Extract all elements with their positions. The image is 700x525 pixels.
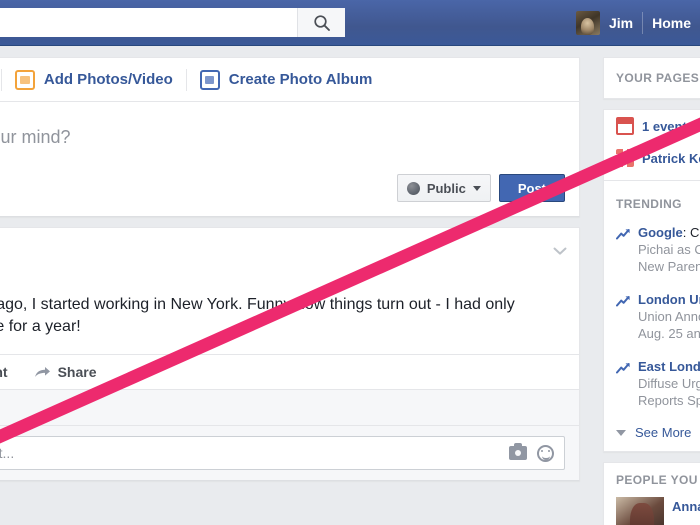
events-trending-card: 1 event invite Patrick Kelly TRENDING Go…: [603, 109, 700, 452]
main-column: Update Status Add Photos/Video Create Ph…: [0, 57, 580, 481]
status-input[interactable]: What's on your mind?: [0, 116, 565, 156]
camera-icon[interactable]: [509, 443, 527, 460]
comment-input[interactable]: [0, 445, 499, 461]
caret-down-icon: [616, 429, 626, 436]
search-box[interactable]: [0, 8, 345, 37]
tab-add-photos-video[interactable]: Add Photos/Video: [2, 58, 186, 102]
see-more-label: See More: [635, 425, 692, 440]
feed-post: Helen Fletcher 17 mins · On this day 15 …: [0, 227, 580, 481]
calendar-icon: [616, 117, 634, 135]
trending-title-main: East London Mosque: [638, 359, 700, 374]
post-header: Helen Fletcher 17 mins ·: [0, 228, 579, 280]
privacy-label: Public: [426, 180, 466, 196]
search-button[interactable]: [297, 8, 345, 37]
privacy-selector[interactable]: Public: [396, 174, 491, 202]
sidebar-event-invite[interactable]: 1 event invite: [604, 110, 700, 142]
trending-title-main: Google: [638, 225, 683, 240]
trending-header: TRENDING: [616, 197, 682, 211]
post-likes-summary: 25 people like this.: [0, 389, 579, 425]
emoji-icon[interactable]: [537, 444, 554, 462]
post-button[interactable]: Post: [498, 174, 565, 202]
facebook-page: Jim Home Update Status Add Photos/Video: [0, 0, 700, 525]
trending-title: London Underground: Transport: [638, 291, 700, 308]
right-sidebar: YOUR PAGES 1 event invite Patrick Kelly …: [603, 57, 700, 525]
sidebar-divider: [604, 180, 700, 181]
avatar[interactable]: [575, 11, 600, 35]
album-icon: [199, 69, 220, 90]
gift-icon: [616, 149, 634, 167]
comment-field[interactable]: [0, 436, 565, 470]
trending-line-3: Aug. 25 and 26: [638, 326, 700, 341]
trending-line-2: Union Announces Strike for: [638, 309, 700, 324]
trending-title: East London Mosque:: [638, 358, 700, 375]
composer-tab-bar: Update Status Add Photos/Video Create Ph…: [0, 58, 579, 102]
post-options-button[interactable]: [551, 242, 569, 260]
trending-line-2: Diffuse Urges Calm After: [638, 376, 700, 391]
trending-item[interactable]: Google: Company Names Sundar Pichai as C…: [604, 217, 700, 284]
trending-title: Google: Company Names Sundar: [638, 224, 700, 241]
event-invite-label: 1 event invite: [642, 118, 700, 134]
chevron-down-icon: [472, 185, 481, 191]
see-more-button[interactable]: See More: [604, 418, 700, 451]
composer-body: What's on your mind?: [0, 102, 579, 156]
trending-item[interactable]: East London Mosque: Diffuse Urges Calm A…: [604, 351, 700, 418]
trending-title-rest: : Company Names Sundar: [682, 225, 700, 240]
people-you-may-know-header: PEOPLE YOU MAY KNOW: [616, 473, 700, 487]
tab-create-photo-album-label: Create Photo Album: [228, 71, 373, 88]
search-icon: [313, 14, 330, 31]
photo-icon: [14, 69, 35, 90]
people-you-may-know-card: PEOPLE YOU MAY KNOW Anna Price: [603, 462, 700, 525]
tab-create-photo-album[interactable]: Create Photo Album: [187, 58, 386, 102]
trending-line-3: New Parent Company Alphabet: [638, 259, 700, 274]
your-pages-header: YOUR PAGES: [616, 71, 700, 85]
trend-arrow-icon: [616, 294, 631, 307]
suggestion-avatar: [616, 497, 664, 525]
trend-arrow-icon: [616, 361, 631, 374]
globe-icon: [406, 181, 420, 195]
trending-line-3: Reports Spark Tensions: [638, 393, 700, 408]
trending-body: London Underground: Transport Union Anno…: [638, 291, 700, 342]
trending-line-2: Pichai as CEO Amid Corporate: [638, 242, 700, 257]
trending-item[interactable]: London Underground: Transport Union Anno…: [604, 284, 700, 351]
trend-arrow-icon: [616, 227, 631, 240]
trending-body: East London Mosque: Diffuse Urges Calm A…: [638, 358, 700, 409]
status-composer: Update Status Add Photos/Video Create Ph…: [0, 57, 580, 217]
comment-composer-row: [0, 425, 579, 480]
nav-right-group: Jim Home: [575, 0, 700, 46]
post-action-bar: Like Comment Share: [0, 354, 579, 389]
post-text: On this day 15 years ago, I started work…: [0, 296, 515, 335]
top-navigation-bar: Jim Home: [0, 0, 700, 46]
nav-user-name[interactable]: Jim: [609, 15, 642, 31]
share-arrow-icon: [34, 366, 51, 379]
tab-add-photos-video-label: Add Photos/Video: [43, 71, 173, 88]
your-pages-card: YOUR PAGES: [603, 57, 700, 99]
nav-home-link[interactable]: Home: [643, 15, 700, 31]
share-label: Share: [57, 364, 97, 380]
comment-button[interactable]: Comment: [0, 364, 8, 380]
trending-body: Google: Company Names Sundar Pichai as C…: [638, 224, 700, 275]
suggestion-name: Anna Price: [672, 499, 700, 514]
share-button[interactable]: Share: [34, 364, 97, 380]
chevron-down-icon: [553, 247, 567, 255]
sidebar-birthday[interactable]: Patrick Kelly: [604, 142, 700, 174]
composer-footer: Public Post: [0, 156, 579, 216]
trending-title-main: London Underground: [638, 292, 700, 307]
comment-label: Comment: [0, 364, 8, 380]
people-suggestion-row[interactable]: Anna Price: [604, 493, 700, 525]
search-input[interactable]: [0, 8, 297, 37]
birthday-label: Patrick Kelly: [642, 150, 700, 166]
